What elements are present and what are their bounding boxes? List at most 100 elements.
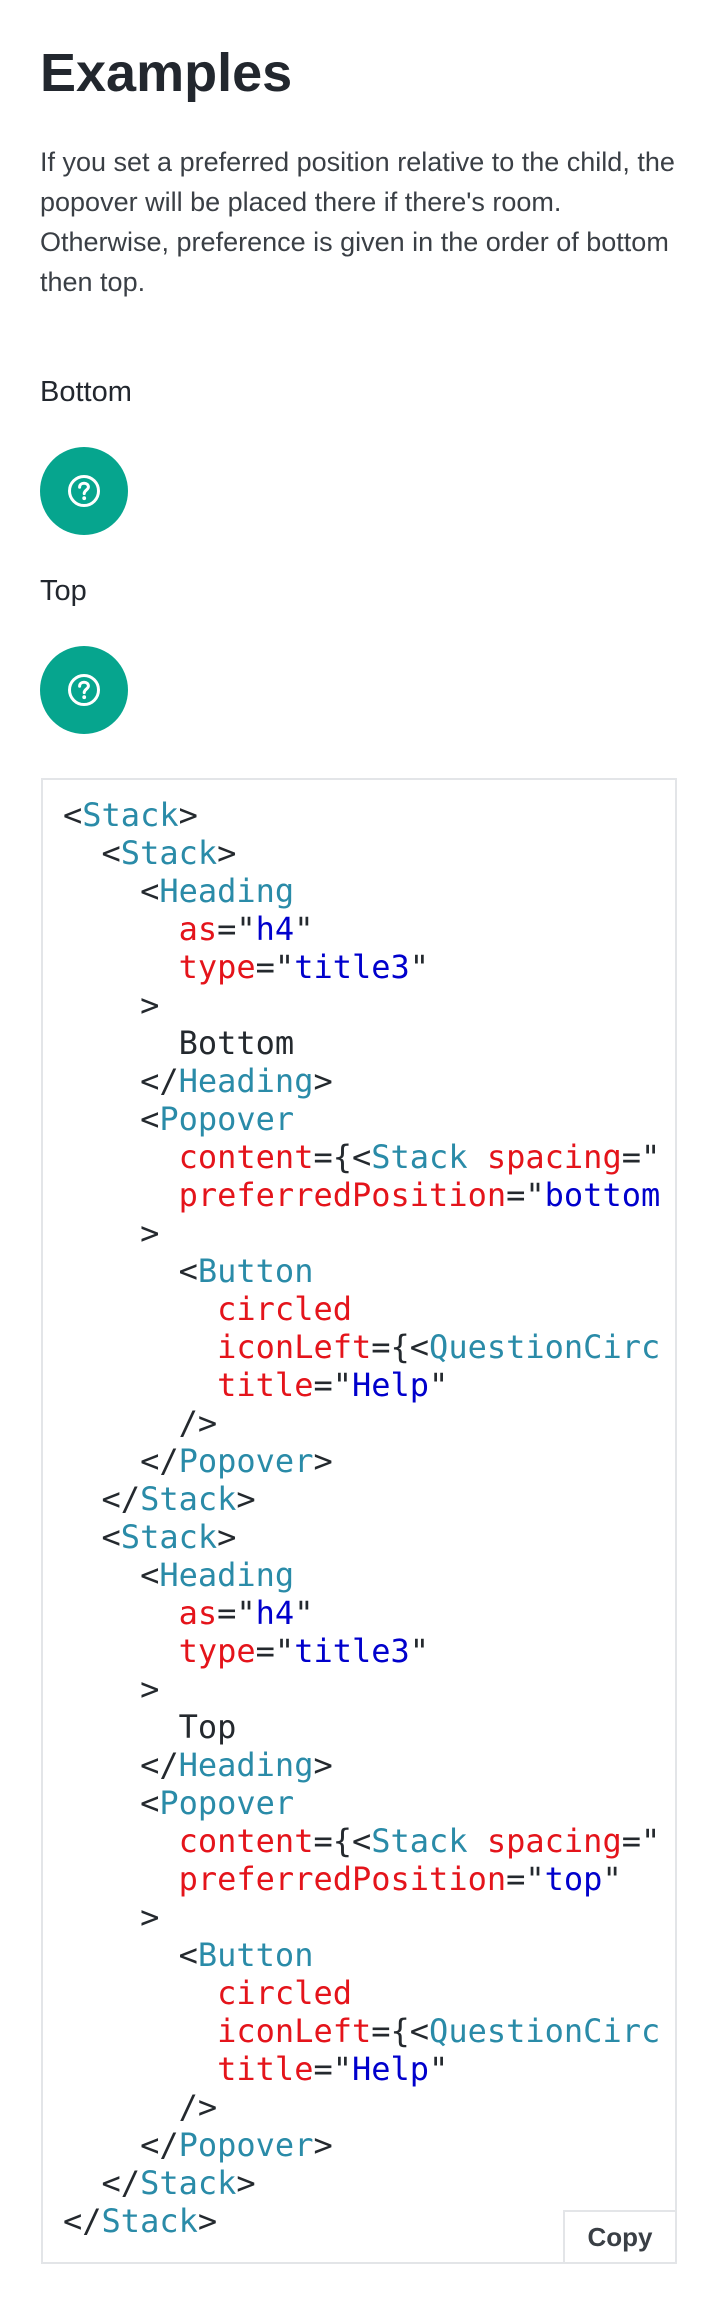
code-token: circled	[217, 1290, 352, 1328]
code-token: spacing	[486, 1822, 622, 1860]
code-token: />	[63, 1404, 218, 1442]
help-button-top[interactable]	[40, 646, 128, 734]
code-token: <	[63, 834, 121, 872]
code-token: spacing	[486, 1138, 622, 1176]
code-token: as	[178, 910, 218, 948]
code-line: >	[63, 1898, 660, 1936]
code-line: circled	[63, 1974, 660, 2012]
code-line: </Heading>	[63, 1062, 660, 1100]
code-token: <	[63, 1518, 121, 1556]
code-token: as	[178, 1594, 218, 1632]
code-token: "	[429, 2050, 449, 2088]
code-token: </	[63, 1062, 179, 1100]
code-content: <Stack> <Stack> <Heading as="h4" type="t…	[63, 796, 660, 2240]
code-line: >	[63, 1214, 660, 1252]
code-line: as="h4"	[63, 910, 660, 948]
code-token: <	[63, 1784, 160, 1822]
code-token: content	[178, 1138, 314, 1176]
code-token: ="	[217, 1594, 256, 1632]
copy-button[interactable]: Copy	[563, 2210, 675, 2262]
code-token: ="	[621, 1822, 661, 1860]
code-token: ="	[621, 1138, 661, 1176]
code-token: Popover	[159, 1784, 295, 1822]
code-line: <Button	[63, 1252, 660, 1290]
question-circle-icon	[68, 674, 100, 706]
code-token: >	[236, 1480, 256, 1518]
code-token: "	[429, 1366, 449, 1404]
code-token: Stack	[140, 2164, 237, 2202]
code-token: Heading	[178, 1062, 314, 1100]
code-token: Top	[63, 1708, 237, 1746]
code-token: ="	[313, 2050, 352, 2088]
code-line: <Stack>	[63, 834, 660, 872]
code-token: >	[313, 1442, 333, 1480]
code-line: />	[63, 1404, 660, 1442]
code-token: Stack	[371, 1822, 468, 1860]
code-token: <	[63, 1252, 198, 1290]
code-token: Stack	[140, 1480, 237, 1518]
code-token: QuestionCirc	[429, 2012, 661, 2050]
code-token: >	[178, 796, 198, 834]
code-token: ="	[506, 1176, 545, 1214]
code-line: iconLeft={<QuestionCirc	[63, 1328, 660, 1366]
code-token: "	[409, 1632, 430, 1670]
code-token: Stack	[120, 1518, 218, 1556]
code-token: </	[63, 1746, 179, 1784]
code-token: title	[217, 1366, 314, 1404]
code-line: as="h4"	[63, 1594, 660, 1632]
code-line: <Popover	[63, 1100, 660, 1138]
code-line: Top	[63, 1708, 660, 1746]
code-token: <	[63, 796, 83, 834]
code-line: <Popover	[63, 1784, 660, 1822]
help-button-bottom[interactable]	[40, 447, 128, 535]
code-token: ="	[255, 948, 295, 986]
code-token: Stack	[371, 1138, 468, 1176]
code-block: <Stack> <Stack> <Heading as="h4" type="t…	[41, 778, 677, 2264]
code-line: >	[63, 986, 660, 1024]
code-token: </	[63, 1480, 141, 1518]
code-line: title="Help"	[63, 1366, 660, 1404]
code-line: preferredPosition="top"	[63, 1860, 660, 1898]
code-line: type="title3"	[63, 948, 660, 986]
code-token: type	[178, 948, 256, 986]
code-token: iconLeft	[217, 1328, 372, 1366]
code-token: Stack	[120, 834, 218, 872]
code-token: "	[409, 948, 430, 986]
code-token: Bottom	[63, 1024, 295, 1062]
code-token: Button	[197, 1252, 314, 1290]
code-line: />	[63, 2088, 660, 2126]
code-token: Help	[351, 1366, 430, 1404]
code-token: <	[63, 1936, 198, 1974]
code-token: circled	[217, 1974, 352, 2012]
code-token: preferredPosition	[178, 1176, 507, 1214]
example-heading-top: Top	[40, 575, 87, 607]
code-token: iconLeft	[217, 2012, 372, 2050]
code-token: </	[63, 2126, 179, 2164]
code-token: </	[63, 2164, 141, 2202]
code-line: circled	[63, 1290, 660, 1328]
code-line: >	[63, 1670, 660, 1708]
code-line: <Button	[63, 1936, 660, 1974]
code-token: Popover	[159, 1100, 295, 1138]
code-token: Stack	[101, 2202, 198, 2240]
code-token: preferredPosition	[178, 1860, 507, 1898]
code-token: >	[313, 1062, 333, 1100]
code-token: "	[294, 1594, 314, 1632]
code-token: h4	[255, 910, 295, 948]
code-token: title3	[294, 948, 410, 986]
code-line: iconLeft={<QuestionCirc	[63, 2012, 660, 2050]
code-token: >	[217, 1518, 237, 1556]
code-token: >	[63, 1670, 160, 1708]
code-token: type	[178, 1632, 256, 1670]
code-token: >	[63, 1214, 160, 1252]
